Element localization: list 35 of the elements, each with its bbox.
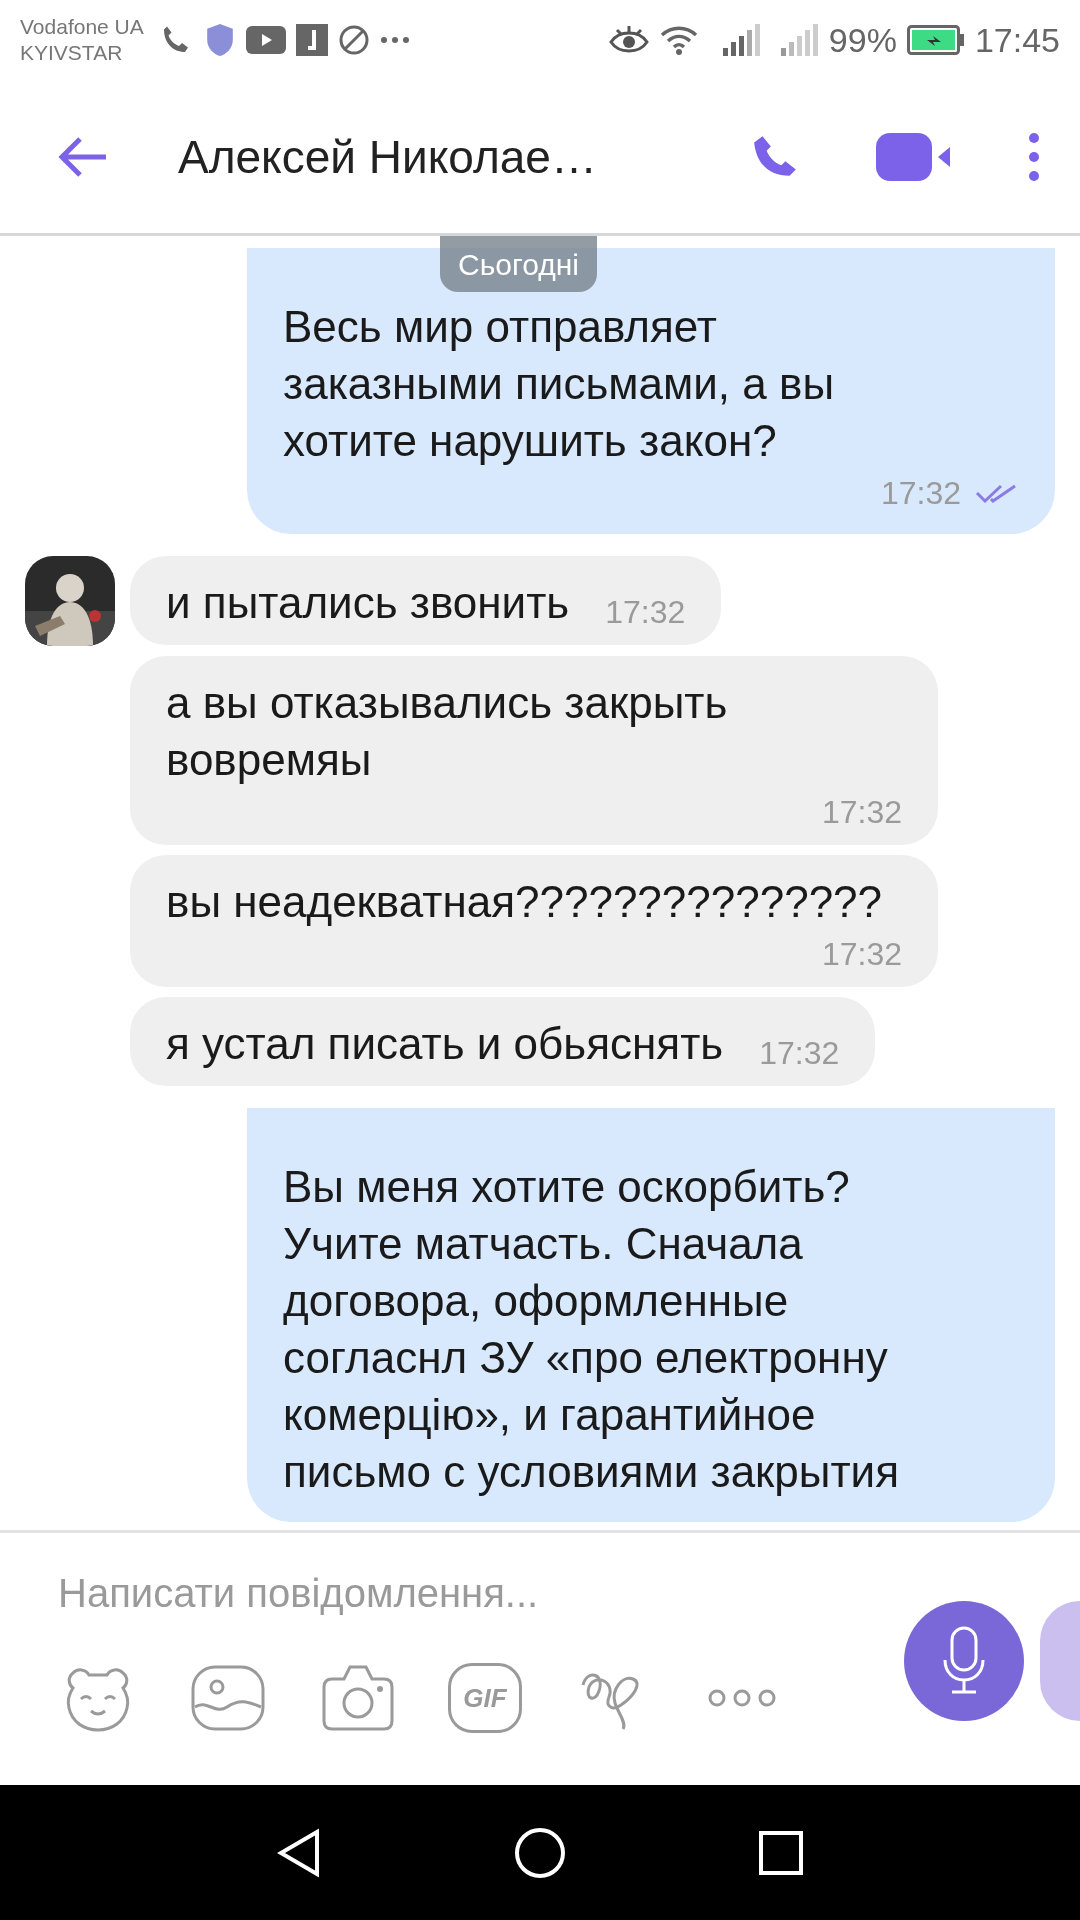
more-icon: [707, 1688, 777, 1708]
message-text: Весь мир отправляет заказными письмами, а вы хотите нарушить закон?: [283, 301, 835, 467]
battery-icon: [906, 25, 965, 55]
message-time: 17:32: [605, 594, 686, 631]
menu-button[interactable]: [1028, 131, 1040, 182]
message-text: я устал писать и обьяснять: [166, 1018, 724, 1070]
video-call-button[interactable]: [876, 132, 952, 181]
message-input[interactable]: Написати повідомлення...: [58, 1563, 904, 1623]
music-icon: [295, 24, 328, 56]
carrier-name: Vodafone UA: [20, 14, 144, 40]
signal-icon: [720, 24, 761, 56]
message-text: вы неадекватная???????????????: [166, 876, 883, 928]
recents-nav-button[interactable]: [759, 1830, 804, 1875]
message-text: Вы меня хотите оскорбить? Учите матчасть. Сначала договора, оформленные согласнл ЗУ «про електронну комерцію», и гарантийное письмо с условиями закрытия: [283, 1161, 901, 1498]
home-nav-button[interactable]: [514, 1826, 566, 1879]
clock-time: 17:45: [974, 20, 1060, 60]
message-time: 17:32: [821, 936, 902, 973]
wifi-icon: [658, 24, 699, 56]
signal-icon: [778, 24, 819, 56]
microphone-icon: [942, 1626, 986, 1696]
back-button[interactable]: [58, 135, 108, 178]
blocked-icon: [337, 24, 370, 56]
more-icon: [379, 36, 410, 44]
battery-percent: 99%: [828, 20, 897, 60]
play-icon: [245, 26, 286, 54]
back-nav-button[interactable]: [276, 1827, 321, 1878]
contact-name: Алексей Николае…: [178, 129, 598, 184]
message-time: 17:32: [880, 475, 961, 512]
gif-button[interactable]: GIF: [448, 1663, 522, 1733]
message-time: 17:32: [821, 794, 902, 831]
message-time: 17:32: [759, 1035, 840, 1072]
carrier-name: KYIVSTAR: [20, 40, 124, 66]
message-text: а вы отказывались закрыть вовремяы: [166, 677, 729, 786]
message-text: и пытались звонить: [166, 577, 570, 629]
date-badge: Сьогодні: [440, 236, 598, 292]
